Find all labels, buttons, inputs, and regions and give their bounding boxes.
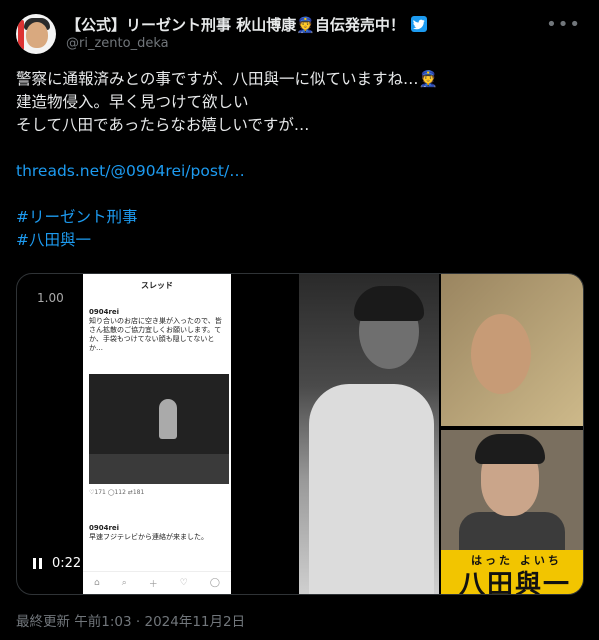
video-portrait-photo: はった よいち 八田與一	[441, 430, 583, 594]
video-color-photo-top	[441, 274, 583, 426]
phone-post-text: 知り合いのお店に空き巣が入ったので、皆さん拡散のご協力宜しくお願いします。てか、…	[89, 317, 222, 352]
captions-icon[interactable]: CC	[91, 556, 112, 571]
playback-speed: 1.00	[37, 291, 64, 305]
post-body: 警察に通報済みとの事ですが、八田與一に似ていますね…👮 建造物侵入。早く見つけて…	[16, 68, 576, 252]
verified-badge-icon	[410, 16, 427, 32]
post-timestamp[interactable]: 最終更新 午前1:03 · 2024年11月2日	[16, 610, 245, 630]
phone-reply-text: 早速フジテレビから連絡が来ました。	[89, 533, 208, 541]
post-line: 警察に通報済みとの事ですが、八田與一に似ていますね…👮	[16, 70, 438, 88]
elapsed-time: 0:22	[52, 556, 82, 571]
post-line: そして八田であったらなお嬉しいですが…	[16, 116, 310, 134]
phone-post: 0904rei 知り合いのお店に空き巣が入ったので、皆さん拡散のご協力宜しくお願…	[89, 308, 223, 353]
video-bw-photo	[299, 274, 439, 594]
video-player[interactable]: 1.00 スレッド 0904rei 知り合いのお店に空き巣が入ったので、皆さん拡…	[16, 273, 584, 595]
avatar-red-text-decoration	[18, 20, 24, 50]
phone-stats: ♡171 ◯112 ⇄181	[89, 489, 145, 496]
caption-name: 八田與一	[459, 570, 572, 595]
hashtag-link[interactable]: #八田與一	[16, 229, 576, 252]
author-display-name[interactable]: 【公式】リーゼント刑事 秋山博康👮自伝発売中！	[66, 14, 405, 35]
security-camera-frame	[89, 374, 229, 484]
video-phone-screenshot: スレッド 0904rei 知り合いのお店に空き巣が入ったので、皆さん拡散のご協力…	[83, 274, 231, 594]
video-name-caption: はった よいち 八田與一	[441, 550, 583, 594]
phone-reply: 0904rei 早速フジテレビから連絡が来ました。	[89, 524, 223, 542]
more-icon[interactable]: •••	[546, 14, 581, 35]
phone-user: 0904rei	[89, 308, 120, 316]
video-controls: 0:22 CC	[33, 556, 112, 571]
camera-figure	[159, 399, 177, 439]
phone-reply-user: 0904rei	[89, 524, 120, 532]
pause-icon[interactable]	[33, 558, 42, 569]
phone-header: スレッド	[141, 281, 173, 290]
post-line: 建造物侵入。早く見つけて欲しい	[16, 93, 249, 111]
avatar-face	[26, 22, 48, 48]
post-link[interactable]: threads.net/@0904rei/post/…	[16, 160, 576, 183]
hashtag-link[interactable]: #リーゼント刑事	[16, 206, 576, 229]
phone-tabbar: ⌂ ⌕ ＋ ♡ ◯	[83, 571, 231, 594]
author-handle[interactable]: @ri_zento_deka	[66, 36, 169, 51]
author-name-row[interactable]: 【公式】リーゼント刑事 秋山博康👮自伝発売中！	[66, 14, 427, 34]
author-avatar[interactable]	[16, 14, 56, 54]
